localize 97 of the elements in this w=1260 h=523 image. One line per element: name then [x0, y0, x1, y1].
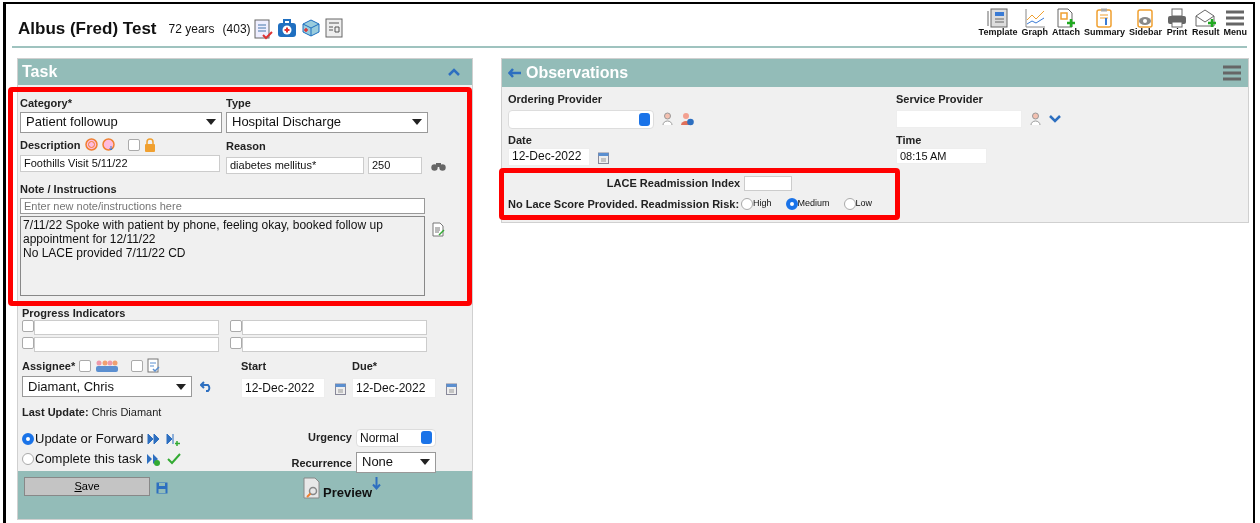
- patient-age: 72 years: [168, 20, 215, 38]
- calendar-icon[interactable]: [446, 381, 457, 395]
- menu-icon: [1224, 8, 1247, 28]
- progress-field[interactable]: [34, 319, 219, 335]
- save-button[interactable]: Save: [24, 476, 150, 496]
- description-field[interactable]: Foothills Visit 5/11/22: [20, 155, 220, 172]
- last-update-text: Last Update: Chris Diamant: [22, 405, 163, 420]
- menu-icon[interactable]: [1222, 64, 1242, 82]
- action-radio[interactable]: Update or Forward: [22, 428, 144, 449]
- risk-radio[interactable]: Low: [843, 197, 873, 211]
- category-dropdown[interactable]: Patient followup: [20, 111, 222, 133]
- field-label: Assignee*: [22, 358, 76, 374]
- doctor-icon[interactable]: [662, 112, 673, 126]
- checklist-icon[interactable]: [252, 17, 273, 40]
- template-icon: [987, 8, 1009, 28]
- people-group-icon: [95, 359, 120, 372]
- save-icon[interactable]: [156, 481, 168, 494]
- field-label: Start: [241, 358, 268, 374]
- patient-name: Albus (Fred) Test: [18, 18, 157, 40]
- toolbar-button[interactable]: Menu: [1223, 8, 1247, 37]
- time-field[interactable]: 08:15 AM: [896, 148, 987, 164]
- field-label: Note / Instructions: [20, 182, 118, 197]
- back-arrow-icon[interactable]: [508, 68, 522, 78]
- risk-radio[interactable]: Medium: [785, 197, 830, 211]
- panel-title: Task: [22, 62, 58, 82]
- doctor-icon[interactable]: [1030, 111, 1041, 126]
- field-label: No Lace Score Provided. Readmission Risk:: [508, 196, 740, 212]
- field-label: Recurrence: [290, 455, 352, 471]
- form-icon[interactable]: [324, 17, 343, 38]
- calendar-icon[interactable]: [598, 150, 609, 164]
- binoculars-icon[interactable]: [431, 160, 446, 171]
- complete-forward-icon[interactable]: [145, 451, 182, 466]
- field-label: Category*: [20, 96, 73, 111]
- field-label: Date: [508, 132, 533, 148]
- lock-checkbox[interactable]: [127, 138, 140, 151]
- checklist-icon: [147, 358, 161, 374]
- risk-radio[interactable]: High: [741, 197, 772, 211]
- toolbar-button[interactable]: Template: [978, 8, 1018, 37]
- progress-field[interactable]: [34, 336, 219, 352]
- lock-icon: [143, 137, 156, 152]
- progress-checkbox[interactable]: [230, 336, 242, 349]
- s-coin-icon[interactable]: [84, 138, 98, 152]
- line-graph-icon: [1023, 8, 1046, 28]
- start-date-field[interactable]: 12-Dec-2022: [241, 378, 325, 398]
- progress-checkbox[interactable]: [22, 319, 34, 332]
- note-input-field[interactable]: Enter new note/instructions here: [20, 197, 425, 214]
- template-checkbox[interactable]: [131, 359, 144, 372]
- print-icon: [1166, 8, 1188, 28]
- toolbar-button[interactable]: Graph: [1021, 8, 1048, 37]
- toolbar-button[interactable]: Result: [1192, 8, 1220, 37]
- reason-field[interactable]: diabetes mellitus*: [226, 157, 364, 174]
- toolbar-button[interactable]: Sidebar: [1128, 8, 1162, 37]
- recurrence-dropdown[interactable]: None: [356, 451, 436, 473]
- envelope-plus-icon: [1194, 8, 1217, 28]
- patient-count: (403): [222, 20, 251, 38]
- toolbar-button[interactable]: Attach: [1051, 8, 1080, 37]
- progress-checkbox[interactable]: [22, 336, 34, 349]
- assignee-dropdown[interactable]: Diamant, Chris: [22, 376, 192, 397]
- code-field[interactable]: 250: [368, 157, 422, 174]
- chevron-down-icon[interactable]: [1049, 114, 1061, 123]
- field-label: Reason: [226, 138, 267, 154]
- toolbar-button[interactable]: Print: [1166, 8, 1188, 37]
- s-coin-download-icon[interactable]: [101, 138, 116, 152]
- field-label: Description: [20, 137, 81, 153]
- due-date-field[interactable]: 12-Dec-2022: [352, 378, 436, 398]
- date-field[interactable]: 12-Dec-2022: [508, 148, 590, 166]
- field-label: Due*: [352, 358, 379, 374]
- calendar-icon[interactable]: [335, 381, 346, 395]
- field-label: Ordering Provider: [508, 92, 604, 107]
- field-label: Service Provider: [896, 92, 984, 107]
- attach-icon: [1054, 8, 1077, 28]
- collapse-icon[interactable]: [448, 68, 460, 76]
- progress-checkbox[interactable]: [230, 319, 242, 332]
- note-history-field[interactable]: 7/11/22 Spoke with patient by phone, feeling okay, booked follow up appointment for 12/11/22 No LACE provided 7/11/22 CD: [20, 215, 425, 296]
- progress-field[interactable]: [242, 319, 427, 335]
- first-aid-kit-icon[interactable]: [276, 17, 297, 38]
- person-info-icon[interactable]: [681, 112, 694, 126]
- action-radio[interactable]: Complete this task: [22, 448, 142, 469]
- document-search-icon[interactable]: [303, 476, 323, 499]
- ordering-provider-dropdown[interactable]: [508, 109, 654, 129]
- field-label: Urgency: [306, 430, 352, 446]
- group-checkbox[interactable]: [79, 359, 92, 372]
- panel-title: Observations: [526, 63, 629, 83]
- undo-icon[interactable]: [200, 381, 213, 392]
- edit-note-icon[interactable]: [432, 221, 445, 237]
- urgency-dropdown[interactable]: Normal: [356, 428, 436, 447]
- field-label: LACE Readmission Index: [606, 176, 741, 191]
- toolbar-button[interactable]: Summary: [1083, 8, 1125, 37]
- medicine-box-icon[interactable]: [300, 17, 321, 38]
- lace-index-field[interactable]: [744, 175, 793, 191]
- field-label: Progress Indicators: [22, 307, 127, 319]
- field-label: Time: [896, 132, 923, 148]
- field-label: Type: [226, 96, 252, 111]
- preview-button[interactable]: Preview: [323, 482, 373, 502]
- type-dropdown[interactable]: Hospital Discharge: [226, 111, 428, 133]
- progress-field[interactable]: [242, 336, 427, 352]
- arrow-down-icon[interactable]: [372, 476, 382, 490]
